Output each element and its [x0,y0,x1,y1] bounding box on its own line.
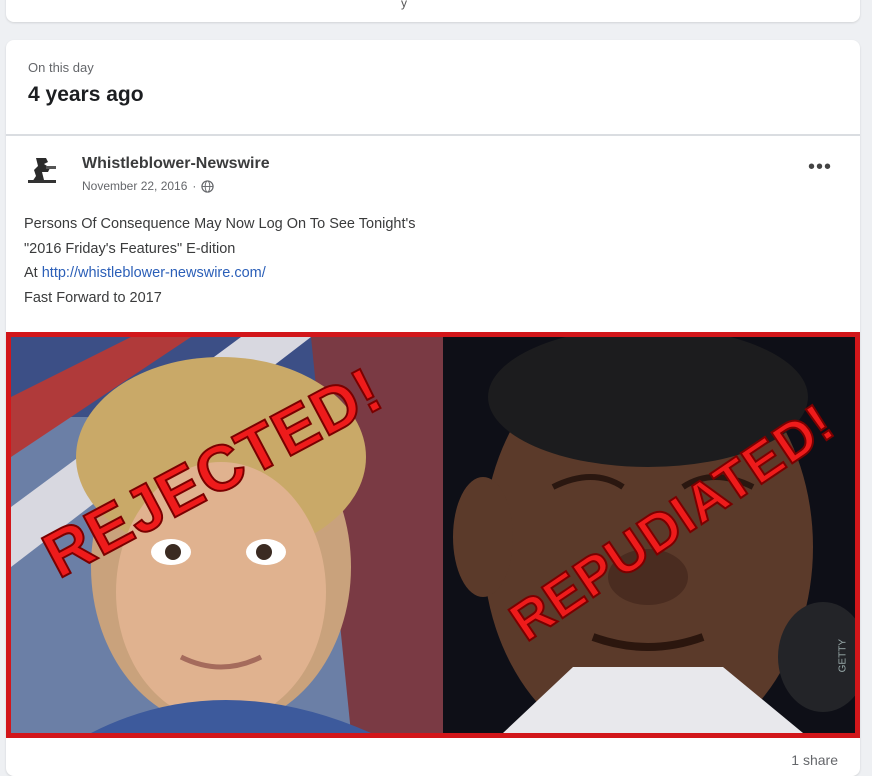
post-header: Whistleblower-Newswire November 22, 2016… [6,136,860,206]
post-image[interactable]: REJECTED! REPUDIATED! GETTY [6,332,860,738]
post-meta: November 22, 2016 · [82,179,215,193]
avatar-image [22,150,62,190]
page-avatar[interactable] [22,150,62,190]
page-name-link[interactable]: Whistleblower-Newswire [82,155,270,173]
memory-title: 4 years ago [28,83,144,106]
post-text-line: At http://whistleblower-newswire.com/ [24,261,842,286]
globe-icon [201,179,215,193]
memory-header: On this day 4 years ago [6,40,860,134]
post-text: Persons Of Consequence May Now Log On To… [6,206,860,324]
memory-label: On this day [28,60,94,75]
post-text-line: "2016 Friday's Features" E-dition [24,240,236,257]
share-count[interactable]: 1 share [791,752,838,768]
previous-post-text: ÿ [401,0,407,10]
post-footer: 1 share [6,738,860,776]
post-link[interactable]: http://whistleblower-newswire.com/ [42,265,266,281]
meta-separator: · [192,179,197,193]
previous-post-card: ÿ [6,0,860,22]
memory-card: On this day 4 years ago Whistleblower-Ne… [6,40,860,776]
post-text-line: Fast Forward to 2017 [24,289,162,306]
post-text-prefix: At [24,265,42,281]
image-watermark: GETTY [837,639,848,673]
post-date[interactable]: November 22, 2016 [82,179,187,193]
post-options-button[interactable]: ••• [808,157,832,177]
post-text-line: Persons Of Consequence May Now Log On To… [24,216,416,232]
